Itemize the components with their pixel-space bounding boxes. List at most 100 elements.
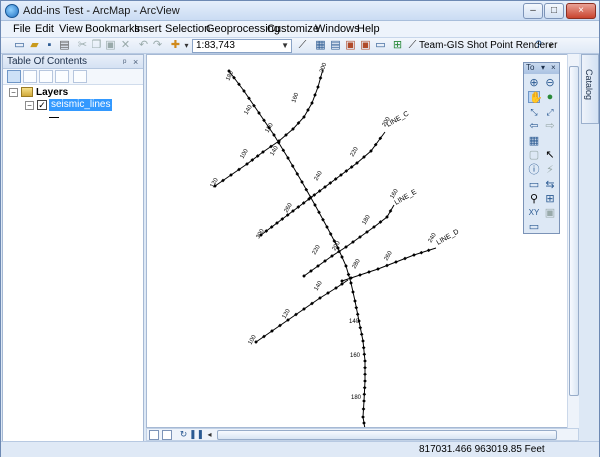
seismic-lines-visibility-checkbox[interactable]: ✓: [37, 100, 47, 110]
shot-label-100: 120: [210, 177, 221, 189]
arctoolbox-icon[interactable]: ▭: [374, 39, 387, 52]
catalog-tab-label: Catalog: [584, 69, 594, 101]
shot-point-marker: [353, 299, 357, 303]
seismic-lines-layer[interactable]: seismic_lines: [49, 99, 113, 111]
shot-point-marker: [363, 359, 367, 363]
vertical-scroll-thumb[interactable]: [569, 66, 579, 396]
measure-icon[interactable]: ⇆: [544, 179, 556, 191]
toc-close-icon[interactable]: ×: [133, 56, 138, 69]
shot-point-marker: [403, 256, 407, 261]
list-by-source-icon[interactable]: [23, 70, 37, 83]
pin-icon[interactable]: ᵖ: [123, 56, 126, 69]
list-by-selection-icon[interactable]: [55, 70, 69, 83]
scroll-left-icon[interactable]: ◂: [203, 428, 216, 441]
menu-bookmarks[interactable]: Bookmarks: [85, 23, 140, 35]
title-bar[interactable]: Add-ins Test - ArcMap - ArcView – □ ×: [1, 1, 599, 21]
open-folder-icon[interactable]: ▰: [28, 39, 41, 52]
identify-icon[interactable]: ⓘ: [528, 164, 540, 176]
tools-dropdown-icon[interactable]: ▾: [541, 63, 545, 73]
time-slider-icon[interactable]: ▣: [544, 207, 556, 219]
list-by-drawing-order-icon[interactable]: [7, 70, 21, 83]
shot-label-120-g: 100: [248, 334, 259, 346]
undo-icon[interactable]: ↶: [137, 39, 150, 52]
search-window-icon[interactable]: ▣: [359, 39, 372, 52]
layers-root-label[interactable]: Layers: [36, 87, 68, 98]
html-popup-icon[interactable]: ▭: [528, 179, 540, 191]
chevron-down-icon[interactable]: ▼: [281, 40, 289, 52]
table-of-contents-icon[interactable]: ▤: [329, 39, 342, 52]
shot-point-marker: [362, 392, 367, 397]
hyperlink-icon[interactable]: ⚡: [544, 164, 556, 176]
identify-results-icon[interactable]: ▦: [314, 39, 327, 52]
shot-point-marker: [363, 365, 367, 370]
cut-icon[interactable]: ✂: [76, 39, 89, 52]
tools-palette: To ▾ × ⊕ ⊖ ✋ ● ⤡ ⤢ ⇦ ⇨ ▦ ▢ ↖ ⓘ ⚡ ▭ ⇆ ⚲ ⊞…: [523, 62, 560, 234]
pause-drawing-icon[interactable]: ❚❚: [189, 428, 204, 441]
shot-point-marker: [358, 273, 362, 277]
save-icon[interactable]: ▪: [43, 39, 56, 52]
full-extent-icon[interactable]: ●: [544, 91, 556, 103]
map-scale-combobox[interactable]: 1:83,743 ▼: [192, 39, 292, 53]
shot-point-marker: [385, 263, 389, 268]
select-features-icon[interactable]: ▦: [528, 135, 540, 147]
copy-icon[interactable]: ❐: [90, 39, 103, 52]
tools-palette-header[interactable]: To ▾ ×: [524, 63, 559, 74]
menu-help[interactable]: Help: [357, 23, 380, 35]
editor-toolbar-icon[interactable]: ⟋: [296, 39, 309, 52]
zoom-in-icon[interactable]: ⊕: [528, 77, 540, 89]
toc-options-icon[interactable]: [73, 70, 87, 83]
data-view-button[interactable]: [149, 430, 159, 440]
list-by-visibility-icon[interactable]: [39, 70, 53, 83]
shot-point-marker: [361, 415, 365, 419]
menu-insert[interactable]: Insert: [134, 23, 162, 35]
close-button[interactable]: ×: [566, 3, 596, 19]
fixed-zoom-out-icon[interactable]: ⤢: [544, 106, 556, 118]
paste-icon[interactable]: ▣: [104, 39, 117, 52]
table-of-contents-panel: Table Of Contents ᵖ × − Layers − ✓ seism…: [2, 54, 144, 442]
shot-point-marker: [340, 255, 344, 259]
seismic-map-canvas[interactable]: LINE_CLINE_ELINE_D2001601801401201001201…: [147, 55, 579, 428]
viewer-window-icon[interactable]: ▭: [528, 221, 540, 233]
shot-point-marker: [361, 407, 366, 411]
back-extent-icon[interactable]: ⇦: [528, 120, 540, 132]
python-window-icon[interactable]: ⊞: [391, 39, 404, 52]
shot-point-marker: [359, 332, 364, 337]
menu-customize[interactable]: Customize: [267, 23, 319, 35]
menu-selection[interactable]: Selection: [165, 23, 210, 35]
menu-windows[interactable]: Windows: [315, 23, 360, 35]
map-vertical-scrollbar[interactable]: [567, 54, 579, 428]
zoom-out-icon[interactable]: ⊖: [544, 77, 556, 89]
fixed-zoom-in-icon[interactable]: ⤡: [528, 106, 540, 118]
find-route-icon[interactable]: ⊞: [544, 193, 556, 205]
shot-point-marker: [361, 339, 365, 343]
shot-point-renderer-icon[interactable]: ⟋: [406, 39, 419, 52]
menu-file[interactable]: File: [13, 23, 31, 35]
shot-label-200-top: 200: [319, 62, 328, 74]
map-display[interactable]: LINE_C LINE_E LINE_D 200 160 180 140 120 100 120 1…: [146, 54, 579, 428]
find-icon[interactable]: ⚲: [528, 193, 540, 205]
tools-close-icon[interactable]: ×: [551, 63, 556, 73]
menu-view[interactable]: View: [59, 23, 83, 35]
forward-extent-icon[interactable]: ⇨: [544, 120, 556, 132]
go-to-xy-icon[interactable]: XY: [528, 207, 540, 219]
horizontal-scroll-thumb[interactable]: [217, 430, 557, 440]
shot-point-marker: [362, 352, 367, 357]
collapse-layers-icon[interactable]: −: [9, 88, 18, 97]
shot-label-240-d: 280: [352, 258, 363, 270]
layout-view-button[interactable]: [162, 430, 172, 440]
select-elements-icon[interactable]: ↖: [544, 149, 556, 161]
maximize-button[interactable]: □: [544, 3, 564, 19]
catalog-window-icon[interactable]: ▣: [344, 39, 357, 52]
new-document-icon[interactable]: ▭: [13, 39, 26, 52]
collapse-seismic-lines-icon[interactable]: −: [25, 101, 34, 110]
catalog-tab[interactable]: Catalog: [581, 54, 599, 124]
toolbar-options-icon[interactable]: ▾: [544, 39, 557, 52]
delete-icon[interactable]: ✕: [119, 39, 132, 52]
pan-icon[interactable]: ✋: [528, 91, 543, 104]
print-icon[interactable]: ▤: [58, 39, 71, 52]
seismic-line-g[interactable]: [255, 279, 349, 343]
menu-edit[interactable]: Edit: [35, 23, 54, 35]
redo-icon[interactable]: ↷: [151, 39, 164, 52]
minimize-button[interactable]: –: [523, 3, 543, 19]
clear-selection-icon[interactable]: ▢: [528, 149, 540, 161]
